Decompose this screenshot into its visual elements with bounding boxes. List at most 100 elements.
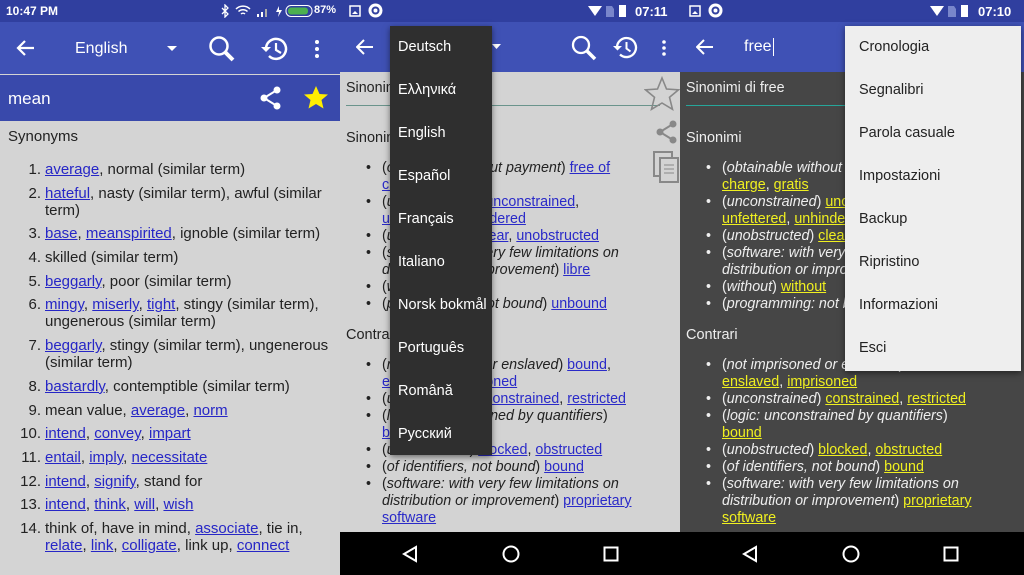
synonym-link[interactable]: impart [149, 425, 191, 442]
nav-recents-icon[interactable] [603, 546, 619, 562]
menu-item[interactable]: Esci [851, 327, 1021, 370]
menu-item-language[interactable]: Ελληνικά [390, 69, 492, 112]
menu-item-language[interactable]: Deutsch [390, 26, 492, 69]
synonym-link[interactable]: miserly [92, 296, 138, 313]
synonym-link[interactable]: will [134, 496, 155, 513]
synonym-link[interactable]: base [45, 225, 78, 242]
copy-icon[interactable] [652, 150, 680, 184]
synonym-link[interactable]: obstructed [535, 442, 602, 458]
synonym-link[interactable]: think [94, 496, 126, 513]
menu-item-language[interactable]: Español [390, 155, 492, 198]
text-segment: , [85, 472, 95, 490]
menu-item-language[interactable]: Русский [390, 413, 492, 456]
synonym-link[interactable]: obstructed [875, 442, 942, 458]
synonym-link[interactable]: entail [45, 449, 81, 466]
synonym-link[interactable]: relate [45, 537, 83, 554]
synonym-link[interactable]: wish [163, 496, 193, 513]
star-filled-icon[interactable] [303, 85, 329, 110]
synonym-link[interactable]: average [131, 402, 185, 419]
nav-recents-icon[interactable] [943, 546, 959, 562]
dropdown-icon[interactable] [167, 46, 177, 52]
synonym-link[interactable]: gratis [774, 177, 809, 193]
synonym-link[interactable]: average [45, 161, 99, 178]
menu-item-language[interactable]: Română [390, 370, 492, 413]
nav-back-icon[interactable] [742, 545, 758, 563]
menu-item-language[interactable]: Italiano [390, 241, 492, 284]
synonym-link[interactable]: connect [237, 537, 290, 554]
synonym-link[interactable]: constrained [825, 391, 899, 407]
synonym-link[interactable]: beggarly [45, 337, 101, 354]
synonym-link[interactable]: unfettered [722, 211, 786, 227]
back-arrow-icon[interactable] [16, 39, 36, 57]
synonym-link[interactable]: norm [193, 402, 227, 419]
synonym-link[interactable]: unbound [551, 296, 607, 312]
text-segment: , normal (similar term) [99, 161, 246, 178]
synonym-link[interactable]: bound [722, 425, 762, 441]
synonym-link[interactable]: meanspirited [86, 225, 172, 242]
synonym-link[interactable]: bound [567, 357, 607, 373]
synonym-link[interactable]: link [91, 537, 114, 554]
text-segment: , [765, 177, 774, 193]
synonym-link[interactable]: libre [563, 262, 590, 278]
synonym-link[interactable]: without [781, 279, 826, 295]
synonym-link[interactable]: associate [195, 520, 258, 537]
item-number: 6. [28, 296, 41, 314]
history-icon[interactable] [612, 34, 640, 62]
menu-item-language[interactable]: English [390, 112, 492, 155]
screen-overflow-menu: 07:10 free Sinonimi di freeSinonimi(obta… [680, 0, 1024, 575]
share-icon[interactable] [654, 120, 678, 144]
synonym-link[interactable]: imply [89, 449, 123, 466]
synonym-link[interactable]: restricted [907, 391, 966, 407]
nav-back-icon[interactable] [402, 545, 418, 563]
synonym-link[interactable]: imprisoned [787, 374, 857, 390]
menu-item[interactable]: Backup [851, 198, 1021, 241]
synonym-link[interactable]: necessitate [131, 449, 207, 466]
synonym-link[interactable]: bastardly [45, 378, 105, 395]
menu-item[interactable]: Impostazioni [851, 155, 1021, 198]
more-icon[interactable] [314, 39, 320, 59]
synonym-link[interactable]: constrained [485, 391, 559, 407]
share-icon[interactable] [259, 86, 283, 110]
synonym-link[interactable]: mingy [45, 296, 84, 313]
nav-home-icon[interactable] [842, 545, 860, 563]
back-arrow-icon[interactable] [356, 39, 374, 55]
synonym-link[interactable]: bound [884, 459, 924, 475]
text-segment: ) [942, 408, 948, 424]
synonym-link[interactable]: enslaved [722, 374, 779, 390]
synonym-link[interactable]: bound [544, 459, 584, 475]
history-icon[interactable] [260, 35, 290, 63]
synonym-link[interactable]: hateful [45, 185, 90, 202]
synonym-link[interactable]: signify [94, 473, 135, 490]
menu-item[interactable]: Segnalibri [851, 69, 1021, 112]
synonym-link[interactable]: beggarly [45, 273, 101, 290]
menu-item[interactable]: Parola casuale [851, 112, 1021, 155]
synonym-link[interactable]: restricted [567, 391, 626, 407]
search-icon[interactable] [570, 34, 598, 62]
synonym-link[interactable]: intend [45, 425, 86, 442]
dropdown-icon[interactable] [492, 44, 501, 50]
menu-item-language[interactable]: Norsk bokmål [390, 284, 492, 327]
star-outline-icon[interactable] [644, 76, 680, 112]
usage-note: logic: unconstrained by quantifiers [726, 408, 943, 424]
synonym-link[interactable]: intend [45, 496, 86, 513]
search-input[interactable]: free [744, 38, 774, 56]
menu-item[interactable]: Ripristino [851, 241, 1021, 284]
language-selector[interactable]: English [75, 40, 127, 58]
synonym-link[interactable]: tight [147, 296, 175, 313]
synonym-link[interactable]: unconstrained [485, 194, 575, 210]
synonym-link[interactable]: blocked [818, 442, 867, 458]
more-icon[interactable] [661, 39, 667, 57]
menu-item[interactable]: Informazioni [851, 284, 1021, 327]
nav-home-icon[interactable] [502, 545, 520, 563]
synonym-link[interactable]: colligate [122, 537, 177, 554]
synonym-link[interactable]: intend [45, 473, 86, 490]
menu-item-language[interactable]: Português [390, 327, 492, 370]
synonym-link[interactable]: clear [818, 228, 848, 244]
synonym-link[interactable]: unobstructed [516, 228, 599, 244]
menu-item-language[interactable]: Français [390, 198, 492, 241]
wifi-sim-battery-icons [588, 5, 626, 17]
menu-item[interactable]: Cronologia [851, 26, 1021, 69]
back-arrow-icon[interactable] [696, 39, 714, 55]
search-icon[interactable] [207, 34, 237, 64]
synonym-link[interactable]: convey [94, 425, 140, 442]
